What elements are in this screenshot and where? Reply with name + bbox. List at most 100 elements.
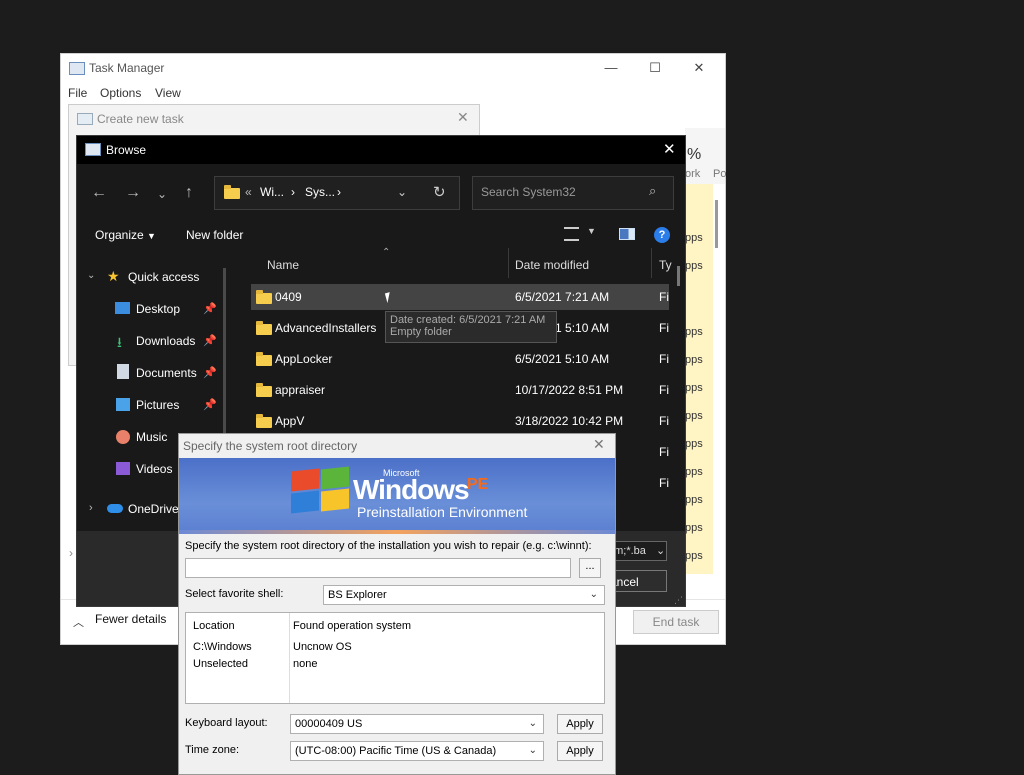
run-icon [77,113,93,125]
keyboard-select[interactable]: 00000409 US ⌄ [290,714,544,734]
apply-keyboard-button[interactable]: Apply [557,714,603,734]
close-icon[interactable]: ✕ [593,436,605,453]
new-folder-button[interactable]: New folder [186,228,243,242]
apply-timezone-button[interactable]: Apply [557,741,603,761]
breadcrumb-separator-icon: › [337,185,341,199]
timezone-select[interactable]: (UTC-08:00) Pacific Time (US & Canada) ⌄ [290,741,544,761]
documents-icon [117,364,129,379]
list-item[interactable]: appraiser 10/17/2022 8:51 PM Fi [251,377,669,403]
minimize-icon[interactable]: — [589,54,633,82]
menu-file[interactable]: File [68,86,87,100]
pin-icon[interactable]: 📌 [203,302,217,315]
column-header-os[interactable]: Found operation system [293,620,411,632]
view-options-icon[interactable] [564,227,579,241]
file-date: 3/18/2022 10:42 PM [515,414,624,428]
close-icon[interactable]: ✕ [677,54,721,82]
videos-icon [116,462,130,475]
close-icon[interactable]: ✕ [457,109,469,126]
file-type: Fi [659,445,669,459]
table-cell[interactable]: Unselected [193,658,248,670]
file-name: AppV [275,414,305,428]
breadcrumb-windows[interactable]: Wi... [260,185,284,199]
cloud-icon [107,504,123,513]
file-scrollbar-thumb[interactable] [677,266,680,286]
preview-pane-icon[interactable] [619,228,635,240]
search-input[interactable]: Search System32 ⌕ [472,176,674,210]
column-header-location[interactable]: Location [193,620,235,632]
chevron-up-icon[interactable]: ︿ [73,614,84,630]
column-divider [289,613,290,703]
breadcrumb-system32[interactable]: Sys... [305,185,335,199]
column-header-date[interactable]: Date modified [515,258,589,272]
title-bar[interactable]: Task Manager — ☐ ✕ [61,54,725,82]
breadcrumb-overflow[interactable]: « [245,185,252,199]
expand-chevron-icon[interactable]: ⌄ [87,270,95,281]
refresh-icon[interactable]: ↻ [433,183,446,201]
task-manager-icon [69,62,85,75]
close-icon[interactable]: ✕ [663,140,676,158]
pin-icon[interactable]: 📌 [203,398,217,411]
column-header-name[interactable]: Name [267,258,299,272]
address-dropdown-icon[interactable]: ⌄ [397,185,407,199]
nav-onedrive[interactable]: OneDrive [128,502,179,516]
cell-label: pps [685,410,703,422]
column-divider[interactable] [508,248,509,278]
nav-documents[interactable]: Documents [136,366,197,380]
list-item[interactable]: AppLocker 6/5/2021 5:10 AM Fi [251,346,669,372]
fewer-details-link[interactable]: Fewer details [95,612,166,626]
column-divider[interactable] [651,248,652,278]
column-header-network[interactable]: % ork [685,128,713,184]
column-header-power[interactable]: Po [713,128,726,184]
nav-downloads[interactable]: Downloads [136,334,195,348]
table-cell[interactable]: C:\Windows [193,641,252,653]
system-root-dialog: Specify the system root directory ✕ Micr… [178,433,616,775]
cell-label: pps [685,438,703,450]
file-name: 0409 [275,290,302,304]
nav-videos[interactable]: Videos [136,462,172,476]
pin-icon[interactable]: 📌 [203,366,217,379]
pin-icon[interactable]: 📌 [203,334,217,347]
column-header-type[interactable]: Ty [659,258,672,272]
menu-view[interactable]: View [155,86,181,100]
nav-music[interactable]: Music [136,430,167,444]
breadcrumb-separator-icon: › [291,185,295,199]
menu-options[interactable]: Options [100,86,141,100]
keyboard-label: Keyboard layout: [185,717,268,729]
back-arrow-icon[interactable]: ← [91,184,107,202]
nav-quick-access[interactable]: Quick access [128,270,199,284]
root-directory-input[interactable] [185,558,571,578]
maximize-icon[interactable]: ☐ [633,54,677,82]
tooltip-folder-state: Empty folder [390,326,452,338]
recent-locations-chevron-icon[interactable]: ⌄ [157,187,167,201]
up-arrow-icon[interactable]: ↑ [185,184,193,202]
resize-grip-icon[interactable]: ⋰ [674,595,683,606]
forward-arrow-icon[interactable]: → [125,184,141,202]
windows-logo-icon [321,466,349,490]
nav-pictures[interactable]: Pictures [136,398,179,412]
table-cell[interactable]: none [293,658,317,670]
title-bar[interactable]: Browse ✕ [77,136,685,164]
end-task-button[interactable]: End task [633,610,719,634]
table-cell[interactable]: Uncnow OS [293,641,352,653]
view-dropdown-icon[interactable]: ▼ [587,226,596,236]
organize-button[interactable]: Organize ▼ [95,228,156,242]
file-date: 6/5/2021 5:10 AM [515,352,610,366]
list-item[interactable]: AppV 3/18/2022 10:42 PM Fi [251,408,669,434]
folder-icon [256,352,272,366]
folder-icon [256,290,272,304]
expand-chevron-icon[interactable]: › [89,502,93,514]
shell-select[interactable]: BS Explorer ⌄ [323,585,605,605]
search-icon[interactable]: ⌕ [649,183,656,199]
os-list[interactable]: Location Found operation system C:\Windo… [185,612,605,704]
address-bar[interactable]: « Wi... › Sys... › ⌄ ↻ [214,176,460,210]
music-icon [116,430,130,444]
browse-root-button[interactable]: ... [579,558,601,578]
windows-logo-icon [291,468,319,492]
list-item[interactable]: 0409 6/5/2021 7:21 AM Fi [251,284,669,310]
expand-chevron-icon[interactable]: › [69,546,73,560]
chevron-down-icon: ⌄ [528,745,537,756]
scrollbar-thumb[interactable] [715,200,718,248]
help-icon[interactable]: ? [654,227,670,243]
cell-label: pps [685,354,703,366]
nav-desktop[interactable]: Desktop [136,302,180,316]
